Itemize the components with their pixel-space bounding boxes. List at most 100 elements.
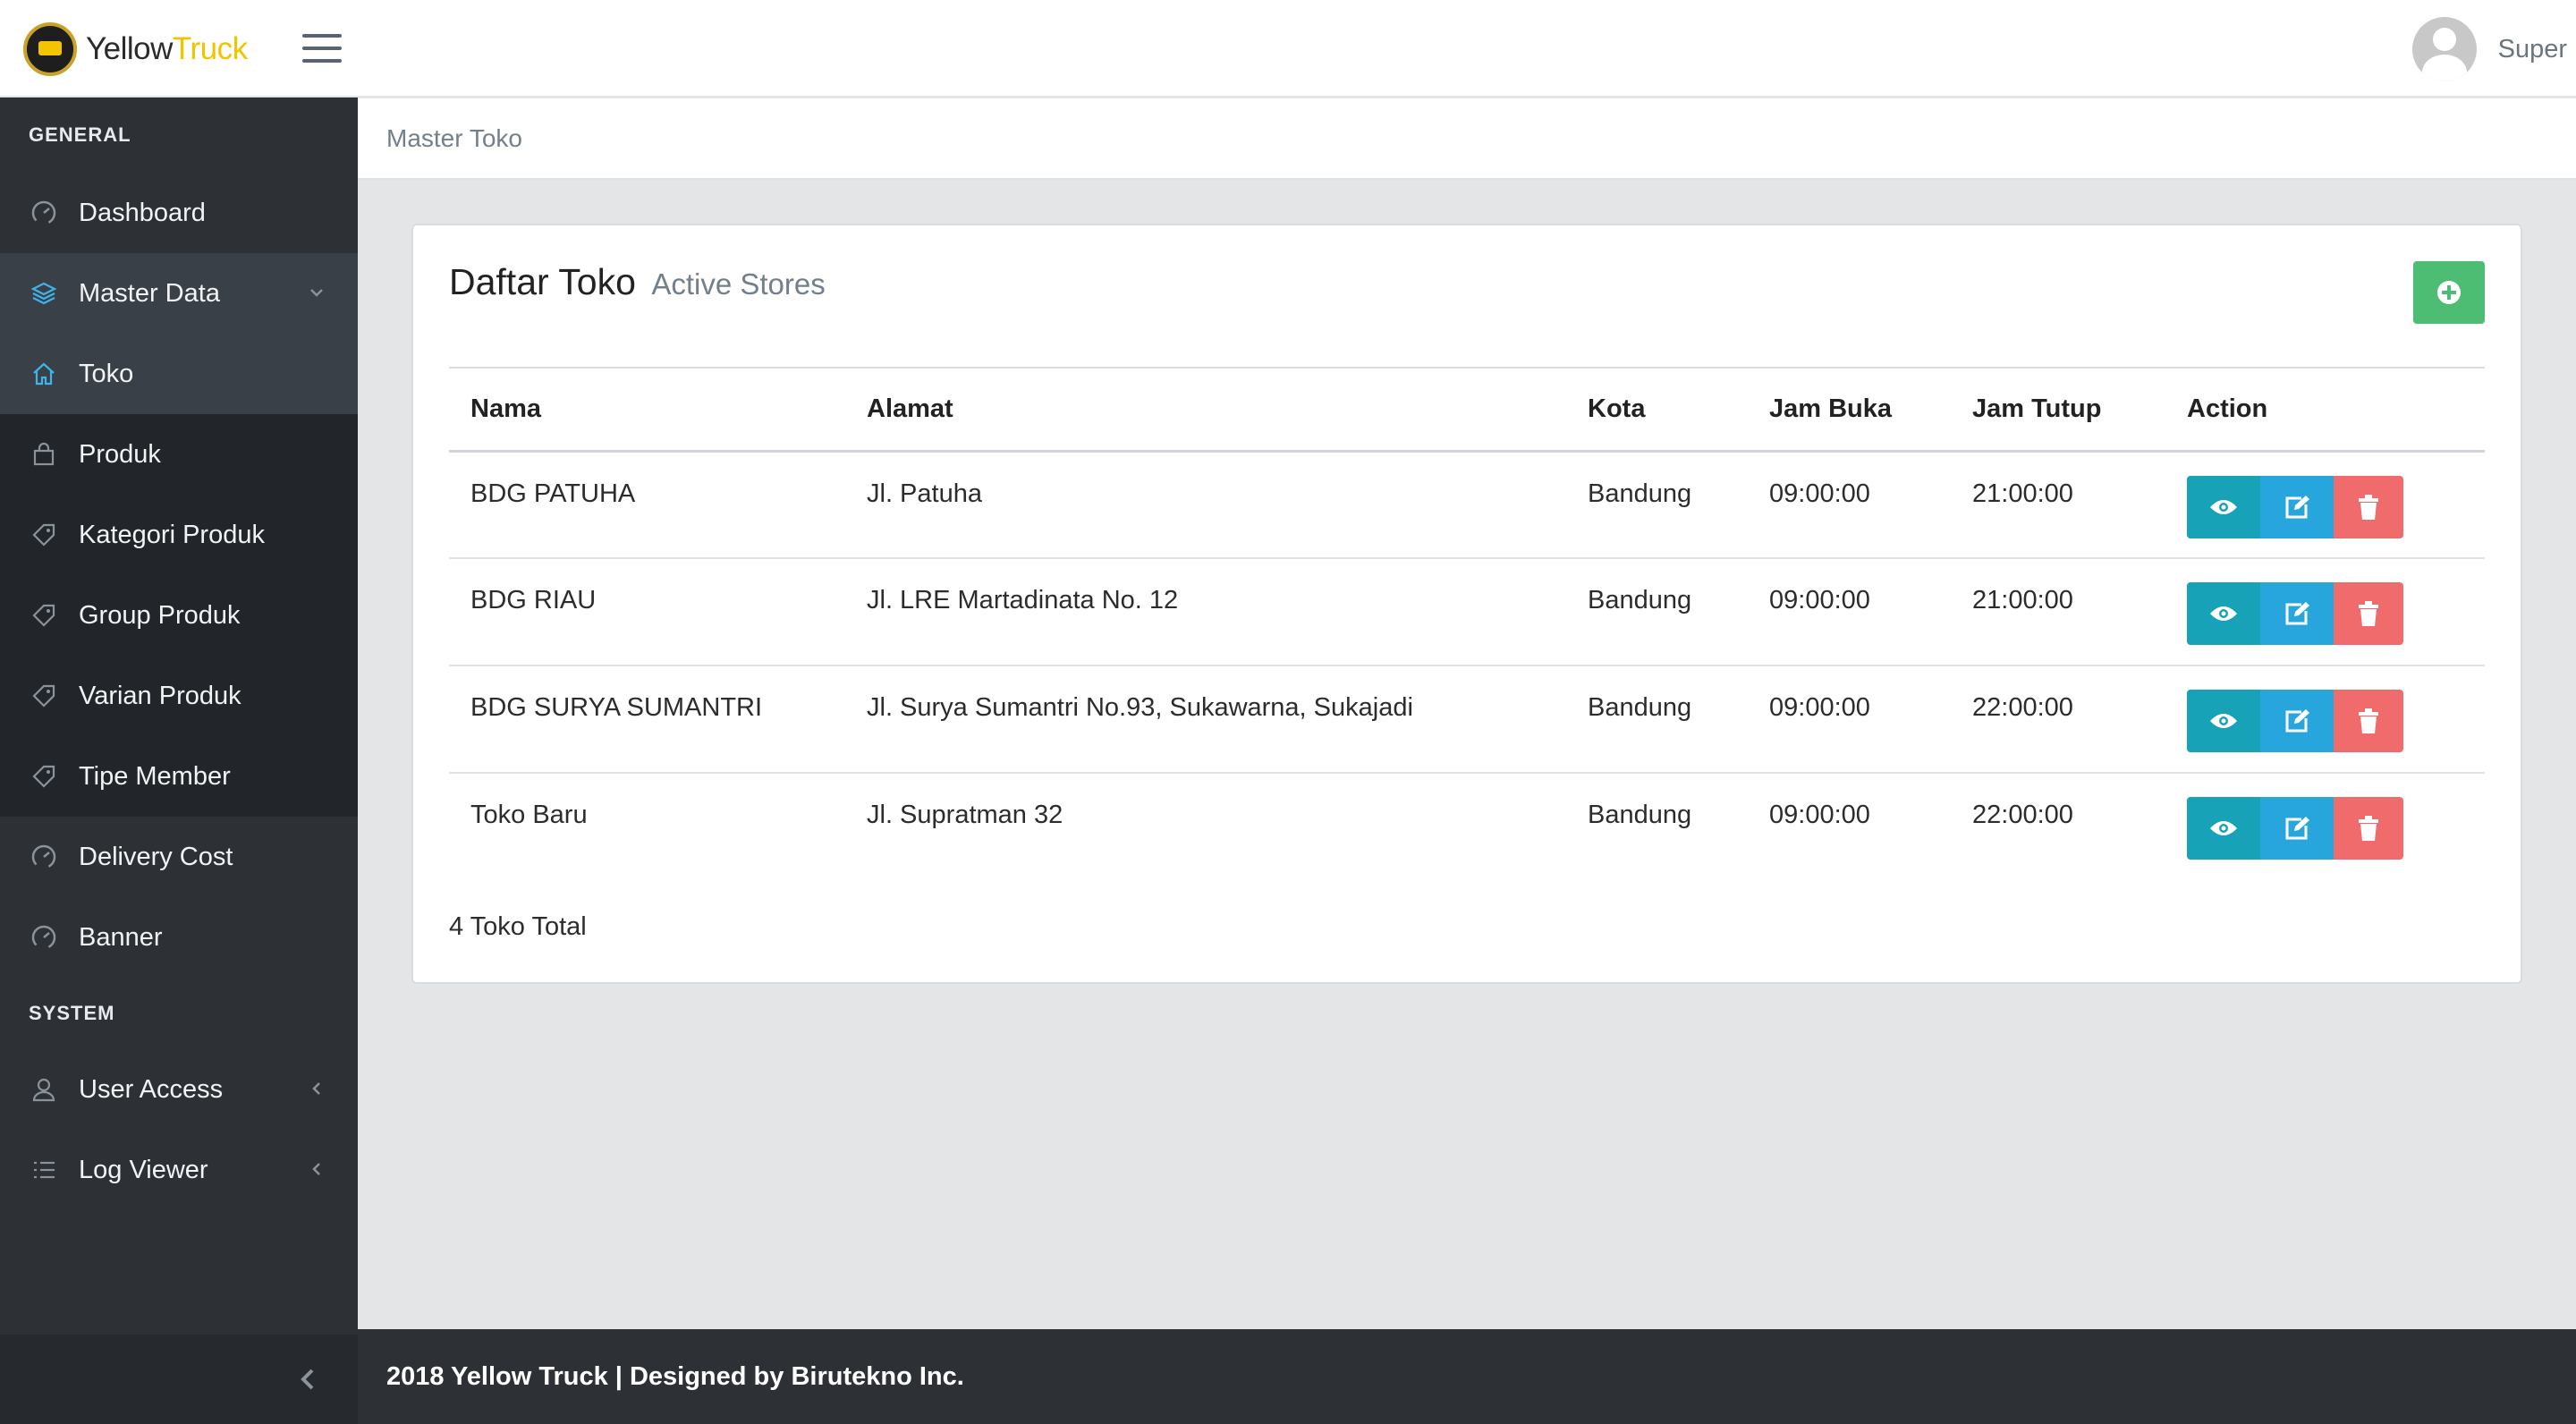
cell-action	[2165, 773, 2485, 880]
gauge-icon	[29, 198, 59, 228]
column-header-jam-buka[interactable]: Jam Buka	[1748, 369, 1951, 453]
cell-jam-buka: 09:00:00	[1748, 451, 1951, 559]
cell-jam-tutup: 22:00:00	[1972, 801, 2073, 829]
page-footer: 2018 Yellow Truck | Designed by Birutekn…	[358, 1329, 2576, 1424]
sidebar-item-delivery-cost[interactable]: Delivery Cost	[0, 817, 358, 897]
cell-kota: Bandung	[1588, 801, 1692, 829]
edit-button[interactable]	[2260, 475, 2334, 538]
cell-action	[2165, 558, 2485, 666]
eye-icon	[2210, 821, 2237, 835]
trash-icon	[2359, 494, 2378, 520]
sidebar-item-dashboard[interactable]: Dashboard	[0, 173, 358, 253]
row-action-buttons	[2187, 797, 2403, 860]
chevron-left-icon	[312, 1082, 320, 1095]
breadcrumb-current: Master Toko	[386, 123, 522, 152]
eye-icon	[2210, 714, 2237, 728]
edit-icon	[2285, 709, 2309, 733]
sidebar-footer	[0, 1335, 358, 1424]
cell-alamat: Jl. LRE Martadinata No. 12	[845, 558, 1566, 666]
sidebar-section-general: GENERAL	[29, 123, 131, 146]
sidebar-item-master-data[interactable]: Master Data	[0, 253, 358, 334]
brand-name: YellowTruck	[86, 31, 248, 67]
table-row: BDG RIAU Jl. LRE Martadinata No. 12 Band…	[449, 558, 2485, 666]
brand-name-part2: Truck	[172, 30, 248, 66]
sidebar-item-label: Tipe Member	[79, 761, 231, 791]
view-button[interactable]	[2187, 475, 2260, 538]
breadcrumb: Master Toko	[358, 98, 2576, 180]
column-header-action: Action	[2165, 369, 2485, 453]
table-header-row: Nama Alamat Kota Jam Buka Jam Tutup Acti…	[449, 369, 2485, 453]
user-menu[interactable]: Super	[2411, 17, 2567, 81]
trash-icon	[2359, 601, 2378, 626]
hamburger-menu-icon[interactable]	[302, 34, 342, 64]
row-action-buttons	[2187, 582, 2403, 645]
delete-button[interactable]	[2334, 475, 2403, 538]
sidebar-item-produk[interactable]: Produk	[0, 414, 358, 495]
layers-icon	[29, 278, 59, 309]
sidebar-collapse-icon[interactable]	[290, 1361, 326, 1397]
sidebar-item-label: Group Produk	[79, 600, 241, 630]
row-action-buttons	[2187, 475, 2403, 538]
card-subtitle: Active Stores	[651, 267, 826, 301]
view-button[interactable]	[2187, 797, 2260, 860]
sidebar-item-toko[interactable]: Toko	[0, 334, 358, 414]
sidebar-item-label: Banner	[79, 922, 163, 952]
cell-nama: BDG SURYA SUMANTRI	[449, 665, 845, 774]
column-header-alamat[interactable]: Alamat	[845, 369, 1566, 453]
edit-button[interactable]	[2260, 582, 2334, 645]
row-action-buttons	[2187, 690, 2403, 752]
column-header-kota[interactable]: Kota	[1566, 369, 1748, 453]
trash-icon	[2359, 816, 2378, 841]
store-table: Nama Alamat Kota Jam Buka Jam Tutup Acti…	[449, 369, 2485, 880]
trash-icon	[2359, 708, 2378, 733]
top-header: YellowTruck Super	[0, 0, 2576, 97]
cell-action	[2165, 665, 2485, 774]
master-data-submenu: Toko Produk Kategori Produk Group Produk…	[0, 334, 358, 817]
bag-icon	[29, 439, 59, 470]
sidebar-item-varian-produk[interactable]: Varian Produk	[0, 656, 358, 736]
delete-button[interactable]	[2334, 582, 2403, 645]
cell-jam-tutup: 21:00:00	[1951, 451, 2165, 559]
avatar[interactable]	[2411, 17, 2477, 81]
cell-alamat: Jl. Surya Sumantri No.93, Sukawarna, Suk…	[845, 665, 1566, 774]
chevron-left-icon	[312, 1163, 320, 1175]
sidebar-item-label: Produk	[79, 439, 161, 469]
tag-icon	[29, 600, 59, 631]
user-icon	[29, 1074, 59, 1105]
cell-nama: Toko Baru	[470, 801, 588, 829]
delete-button[interactable]	[2334, 797, 2403, 860]
view-button[interactable]	[2187, 582, 2260, 645]
column-header-jam-tutup[interactable]: Jam Tutup	[1951, 369, 2165, 453]
sidebar-item-user-access[interactable]: User Access	[0, 1049, 358, 1130]
sidebar-item-kategori-produk[interactable]: Kategori Produk	[0, 495, 358, 575]
user-name[interactable]: Super	[2498, 35, 2567, 64]
cell-nama: BDG RIAU	[449, 558, 845, 666]
edit-button[interactable]	[2260, 690, 2334, 752]
cell-kota: Bandung	[1566, 665, 1748, 774]
cell-kota: Bandung	[1566, 558, 1748, 666]
brand-name-part1: Yellow	[86, 30, 173, 66]
edit-icon	[2285, 495, 2309, 518]
plus-circle-icon	[2437, 281, 2461, 304]
sidebar-item-log-viewer[interactable]: Log Viewer	[0, 1130, 358, 1210]
card-header: Daftar Toko Active Stores	[449, 225, 2485, 369]
page-title: Daftar Toko Active Stores	[449, 261, 826, 303]
column-header-nama[interactable]: Nama	[449, 369, 845, 453]
table-row: Toko Baru Jl. Supratman 32 Bandung 09:00…	[449, 773, 2485, 880]
cell-kota: Bandung	[1566, 451, 1748, 559]
sidebar-item-banner[interactable]: Banner	[0, 897, 358, 978]
sidebar-item-label: Toko	[79, 359, 134, 388]
sidebar-item-label: Dashboard	[79, 198, 206, 227]
store-list-card: Daftar Toko Active Stores Nama Alamat Ko…	[411, 224, 2522, 984]
card-title: Daftar Toko	[449, 261, 636, 302]
edit-button[interactable]	[2260, 797, 2334, 860]
delete-button[interactable]	[2334, 690, 2403, 752]
cell-action	[2165, 451, 2485, 559]
add-store-button[interactable]	[2413, 261, 2485, 324]
home-icon	[29, 359, 59, 389]
table-row: BDG SURYA SUMANTRI Jl. Surya Sumantri No…	[449, 665, 2485, 774]
view-button[interactable]	[2187, 690, 2260, 752]
tag-icon	[29, 520, 59, 550]
sidebar-item-tipe-member[interactable]: Tipe Member	[0, 736, 358, 817]
sidebar-item-group-produk[interactable]: Group Produk	[0, 575, 358, 656]
